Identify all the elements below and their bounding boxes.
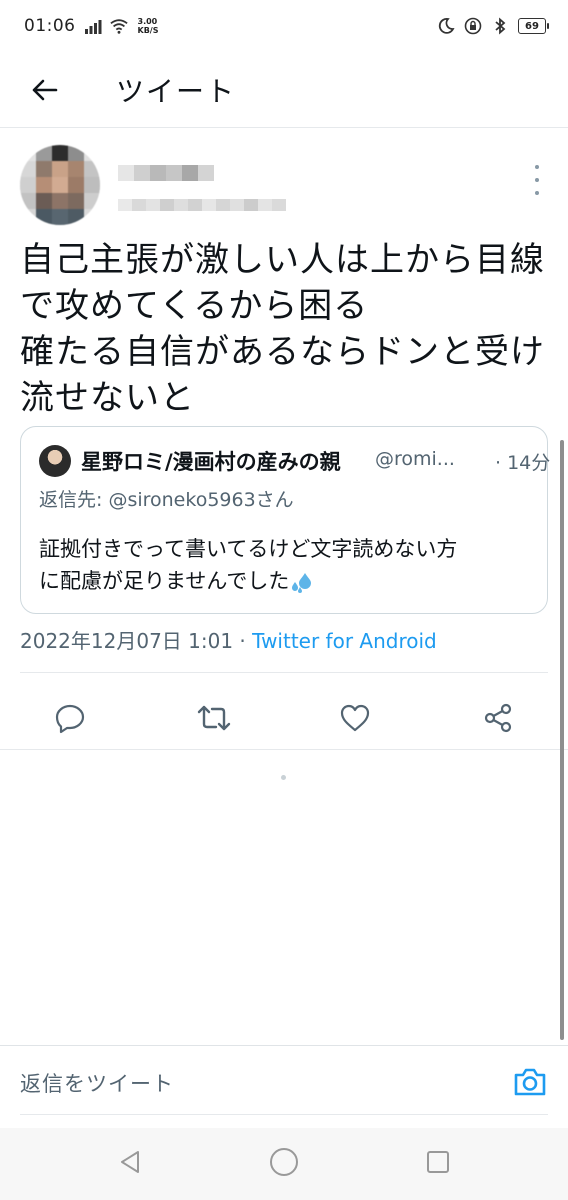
- retweet-icon: [197, 705, 231, 731]
- section-divider: [0, 749, 568, 750]
- tweet-timestamp: 2022年12月07日 1:01: [20, 629, 234, 653]
- network-speed: 3.00 KB/S: [138, 17, 159, 35]
- more-dot-icon: [535, 178, 539, 182]
- network-speed-unit: KB/S: [137, 26, 159, 35]
- circle-home-icon: [270, 1148, 298, 1176]
- status-bar: 01:06 3.00 KB/S 69: [0, 0, 568, 52]
- tweet-header: [0, 129, 568, 227]
- quoted-text-block: 証拠付きでって書いてるけど文字読めない方 に配慮が足りませんでした: [39, 533, 529, 597]
- quoted-time: · 14分: [495, 452, 551, 474]
- camera-button[interactable]: [512, 1064, 548, 1100]
- status-right: 69: [437, 17, 549, 35]
- tweet-source-link[interactable]: Twitter for Android: [252, 629, 437, 653]
- network-speed-value: 3.00: [137, 17, 158, 26]
- nav-home-button[interactable]: [268, 1146, 300, 1178]
- status-time: 01:06: [24, 16, 76, 36]
- quoted-text: 証拠付きでって書いてるけど文字読めない方 に配慮が足りませんでした: [39, 537, 458, 593]
- lock-rotation-icon: [464, 17, 482, 35]
- battery-icon: 69: [518, 18, 549, 34]
- system-nav-bar: [0, 1128, 568, 1200]
- triangle-back-icon: [121, 1151, 139, 1173]
- quoted-author-handle: @romi...: [375, 448, 455, 470]
- heart-icon: [340, 704, 370, 732]
- screen: 01:06 3.00 KB/S 69 ツイート 自己主張が激しい人は上から目線 …: [0, 0, 568, 1200]
- battery-level: 69: [525, 20, 539, 32]
- retweet-button[interactable]: [192, 696, 236, 740]
- status-left: 01:06 3.00 KB/S: [24, 16, 158, 36]
- reply-bar: 返信をツイート: [0, 1045, 568, 1117]
- tweet-meta: 2022年12月07日 1:01 · Twitter for Android: [20, 625, 437, 654]
- sweat-droplets-icon: [292, 573, 312, 593]
- page-title: ツイート: [116, 74, 237, 108]
- reply-icon: [55, 704, 85, 734]
- reply-button[interactable]: [48, 696, 92, 740]
- scrollbar[interactable]: [560, 440, 564, 1040]
- tweet-actions: [0, 686, 568, 750]
- top-app-bar: ツイート: [0, 52, 568, 128]
- quoted-tweet-card[interactable]: 星野ロミ/漫画村の産みの親 @romi... · 14分 返信先: @siron…: [20, 426, 551, 614]
- moon-icon: [438, 18, 455, 34]
- bluetooth-icon: [495, 17, 506, 35]
- author-name-redacted[interactable]: [118, 165, 214, 181]
- share-button[interactable]: [476, 696, 520, 740]
- cell-signal-icon: [84, 20, 101, 34]
- more-dot-icon: [535, 165, 539, 169]
- avatar[interactable]: [20, 145, 100, 225]
- more-dot-icon: [535, 191, 539, 195]
- reply-input[interactable]: 返信をツイート: [20, 1068, 174, 1098]
- wifi-icon: [109, 19, 128, 34]
- tweet: 自己主張が激しい人は上から目線 で攻めてくるから困る 確たる自信があるならドンと…: [0, 129, 568, 734]
- nav-recents-button[interactable]: [422, 1146, 454, 1178]
- author-handle-redacted: [118, 199, 286, 211]
- camera-icon: [514, 1068, 546, 1096]
- meta-separator: ·: [233, 629, 253, 653]
- quoted-author-name: 星野ロミ/漫画村の産みの親: [81, 450, 341, 474]
- arrow-left-icon: [32, 79, 58, 100]
- share-icon: [484, 703, 512, 733]
- back-button[interactable]: [20, 66, 68, 114]
- reply-underline: [20, 1114, 548, 1115]
- divider: [20, 672, 548, 673]
- tweet-text: 自己主張が激しい人は上から目線 で攻めてくるから困る 確たる自信があるならドンと…: [20, 240, 545, 418]
- quoted-avatar: [39, 445, 71, 477]
- quoted-reply-to: 返信先: @sironeko5963さん: [39, 489, 294, 511]
- more-options-button[interactable]: [532, 165, 542, 195]
- nav-back-button[interactable]: [114, 1146, 146, 1178]
- like-button[interactable]: [333, 696, 377, 740]
- loading-dot: [281, 775, 286, 780]
- square-recents-icon: [427, 1151, 449, 1173]
